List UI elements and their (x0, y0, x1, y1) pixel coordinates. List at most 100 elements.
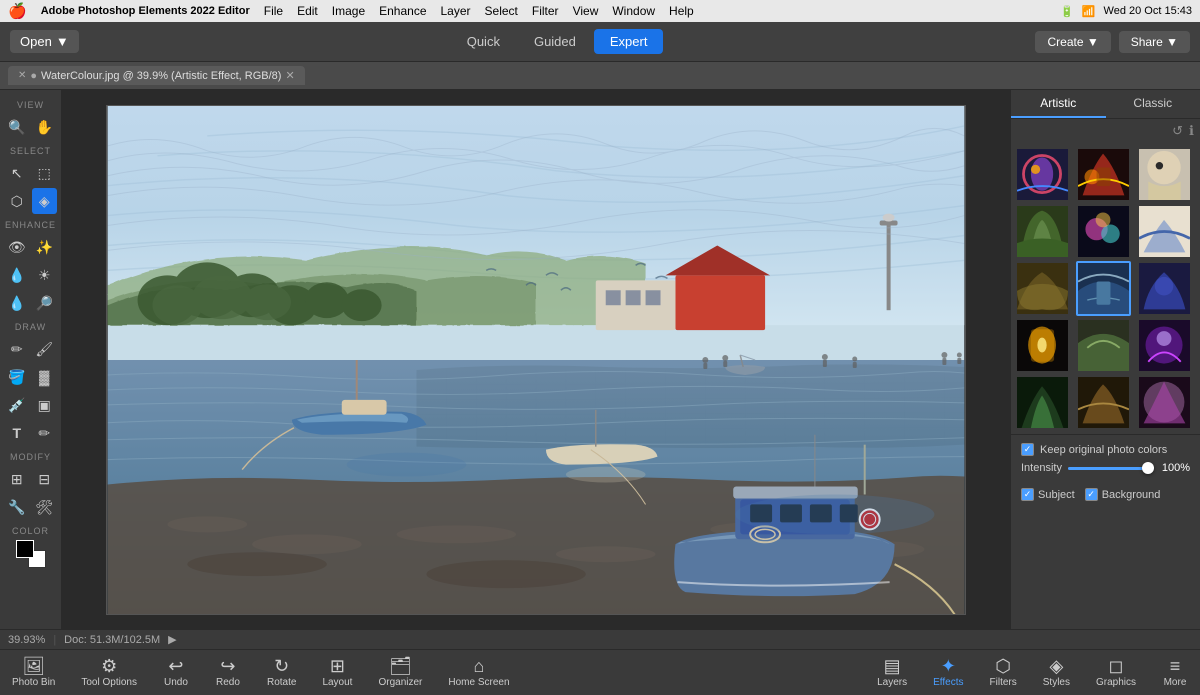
filter-12[interactable] (1137, 318, 1192, 373)
brush-tool[interactable]: ✏ (4, 336, 30, 362)
filters-button[interactable]: ⬡ Filters (978, 653, 1029, 692)
enhance-tool[interactable]: ✨ (32, 234, 58, 260)
info-icon[interactable]: ℹ (1189, 123, 1194, 139)
eraser-tool[interactable]: ▣ (32, 392, 58, 418)
menu-help[interactable]: Help (669, 4, 694, 18)
clone-tool[interactable]: 💉 (4, 392, 30, 418)
subject-checkbox[interactable]: ✓ (1021, 488, 1034, 501)
more-button[interactable]: ≡ More (1150, 653, 1200, 692)
enhance-tools-2: 💧 ☀ (4, 262, 57, 288)
filter-2[interactable] (1076, 147, 1131, 202)
filter-7[interactable] (1015, 261, 1070, 316)
tab-close-icon[interactable]: ✕ (18, 70, 26, 81)
mode-quick[interactable]: Quick (451, 29, 516, 54)
filter-5[interactable] (1076, 204, 1131, 259)
color-swatches[interactable] (16, 540, 46, 568)
healing-tool[interactable]: 🛠 (32, 494, 58, 520)
shape-tool[interactable]: ✏ (32, 420, 58, 446)
move-tool[interactable]: ↖ (4, 160, 30, 186)
mode-guided[interactable]: Guided (518, 29, 592, 54)
lasso-tool[interactable]: ⬡ (4, 188, 30, 214)
home-screen-button[interactable]: ⌂ Home Screen (436, 653, 521, 692)
dodge-tool[interactable]: ☀ (32, 262, 58, 288)
filter-6[interactable] (1137, 204, 1192, 259)
eye-tool[interactable]: 👁 (4, 234, 30, 260)
menu-layer[interactable]: Layer (441, 4, 471, 18)
tab-modified: ✕ (285, 69, 294, 82)
open-button[interactable]: Open ▼ (10, 30, 79, 53)
hand-tool[interactable]: ✋ (32, 114, 58, 140)
layers-button[interactable]: ▤ Layers (865, 653, 919, 692)
canvas-image[interactable] (106, 105, 966, 615)
zoom-tool[interactable]: 🔍 (4, 114, 30, 140)
transform-tool[interactable]: 🔧 (4, 494, 30, 520)
menu-file[interactable]: File (264, 4, 283, 18)
draw-tools-2: 🪣 ▓ (4, 364, 57, 390)
filter-11[interactable] (1076, 318, 1131, 373)
foreground-color[interactable] (16, 540, 34, 558)
share-button[interactable]: Share ▼ (1119, 31, 1190, 53)
gradient-tool[interactable]: ▓ (32, 364, 58, 390)
tab-classic[interactable]: Classic (1106, 90, 1200, 118)
menu-view[interactable]: View (573, 4, 599, 18)
filter-15[interactable] (1137, 375, 1192, 430)
keep-original-checkbox[interactable]: ✓ (1021, 443, 1034, 456)
paint-tool[interactable]: 🖌 (32, 336, 58, 362)
background-checkbox[interactable]: ✓ (1085, 488, 1098, 501)
menu-edit[interactable]: Edit (297, 4, 318, 18)
menu-filter[interactable]: Filter (532, 4, 559, 18)
bottom-toolbar: 🖼 Photo Bin ⚙ Tool Options ↩ Undo ↪ Redo… (0, 649, 1200, 695)
crop-tool[interactable]: ⊞ (4, 466, 30, 492)
marquee-tool[interactable]: ⬚ (32, 160, 58, 186)
filter-14[interactable] (1076, 375, 1131, 430)
select-label: SELECT (4, 146, 57, 156)
photo-bin-button[interactable]: 🖼 Photo Bin (0, 653, 67, 692)
tool-options-button[interactable]: ⚙ Tool Options (69, 653, 149, 692)
tool-options-label: Tool Options (81, 677, 137, 688)
action-group: Create ▼ Share ▼ (1035, 31, 1190, 53)
rotate-button[interactable]: ↻ Rotate (255, 653, 308, 692)
filter-9[interactable] (1137, 261, 1192, 316)
blur-tool[interactable]: 💧 (4, 262, 30, 288)
effects-label: Effects (933, 677, 963, 688)
menu-enhance[interactable]: Enhance (379, 4, 426, 18)
filter-1[interactable] (1015, 147, 1070, 202)
photo-bin-label: Photo Bin (12, 677, 55, 688)
redo-button[interactable]: ↪ Redo (203, 653, 253, 692)
filter-13[interactable] (1015, 375, 1070, 430)
intensity-value: 100% (1160, 462, 1190, 474)
filter-8[interactable] (1076, 261, 1131, 316)
refresh-icon[interactable]: ↺ (1172, 123, 1183, 139)
navigate-arrow[interactable]: ▶ (168, 633, 176, 646)
recompose-tool[interactable]: ⊟ (32, 466, 58, 492)
filter-4[interactable] (1015, 204, 1070, 259)
filter-10[interactable] (1015, 318, 1070, 373)
tab-artistic[interactable]: Artistic (1011, 90, 1106, 118)
menu-window[interactable]: Window (612, 4, 655, 18)
draw-tools-1: ✏ 🖌 (4, 336, 57, 362)
quick-select-tool[interactable]: ◈ (32, 188, 58, 214)
intensity-track[interactable] (1068, 467, 1154, 470)
graphics-button[interactable]: ◻ Graphics (1084, 653, 1148, 692)
layout-button[interactable]: ⊞ Layout (310, 653, 364, 692)
filter-3[interactable] (1137, 147, 1192, 202)
toolbar-top: Open ▼ Quick Guided Expert Create ▼ Shar… (0, 22, 1200, 62)
document-tab[interactable]: ✕ ● WaterColour.jpg @ 39.9% (Artistic Ef… (8, 66, 305, 85)
draw-tools-4: T ✏ (4, 420, 57, 446)
undo-button[interactable]: ↩ Undo (151, 653, 201, 692)
organizer-button[interactable]: 🗂 Organizer (366, 653, 434, 692)
zoom-tool2[interactable]: 🔎 (32, 290, 58, 316)
menu-image[interactable]: Image (332, 4, 365, 18)
styles-button[interactable]: ◈ Styles (1031, 653, 1082, 692)
mode-expert[interactable]: Expert (594, 29, 664, 54)
sponge-tool[interactable]: 💧 (4, 290, 30, 316)
type-tool[interactable]: T (4, 420, 30, 446)
create-button[interactable]: Create ▼ (1035, 31, 1110, 53)
fill-tool[interactable]: 🪣 (4, 364, 30, 390)
intensity-thumb[interactable] (1142, 462, 1154, 474)
modify-tools-2: 🔧 🛠 (4, 494, 57, 520)
menu-select[interactable]: Select (485, 4, 518, 18)
effects-button[interactable]: ✦ Effects (921, 653, 975, 692)
apple-menu[interactable]: 🍎 (8, 2, 27, 20)
canvas-area (62, 90, 1010, 629)
